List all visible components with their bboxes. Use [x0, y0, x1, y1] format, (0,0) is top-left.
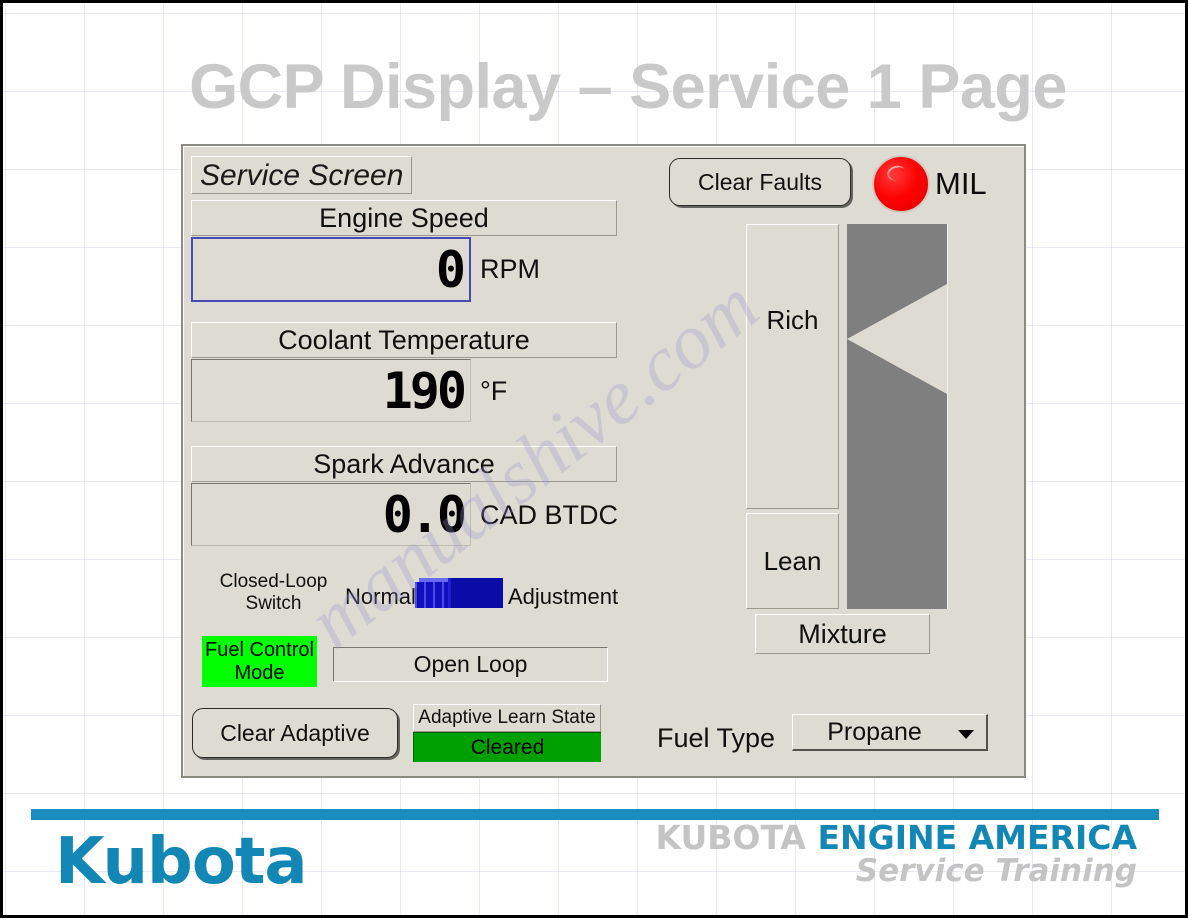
- closed-loop-switch-label-line1: Closed-Loop: [219, 571, 328, 592]
- fuel-type-dropdown[interactable]: Propane: [792, 714, 988, 751]
- chevron-down-icon[interactable]: [958, 730, 974, 739]
- slide-canvas: GCP Display – Service 1 Page Service Scr…: [0, 0, 1188, 918]
- engine-speed-unit: RPM: [480, 254, 540, 284]
- footer-org-suffix: ENGINE AMERICA: [817, 818, 1137, 857]
- coolant-temperature-unit: °F: [480, 376, 508, 406]
- rocker-ridged-side: [415, 582, 451, 608]
- fuel-control-mode-value: Open Loop: [333, 647, 608, 682]
- engine-speed-label: Engine Speed: [191, 200, 617, 236]
- footer-branding: KUBOTA ENGINE AMERICA Service Training: [655, 818, 1137, 890]
- spark-advance-value-box: 0.0: [191, 483, 471, 546]
- mixture-lean-box: Lean: [746, 513, 839, 609]
- mixture-rich-box: Rich: [746, 224, 839, 509]
- rocker-flat-side: [451, 578, 503, 608]
- spark-advance-value: 0.0: [382, 485, 467, 544]
- fuel-type-label: Fuel Type: [657, 723, 776, 753]
- service-screen-panel: Service Screen Engine Speed 0 RPM Coolan…: [181, 144, 1026, 778]
- kubota-logo: Kubota: [55, 825, 308, 899]
- spark-advance-label: Spark Advance: [191, 446, 617, 482]
- page-title: GCP Display – Service 1 Page: [189, 52, 1067, 122]
- spark-advance-unit: CAD BTDC: [480, 500, 619, 530]
- closed-loop-normal-label: Normal: [345, 584, 416, 609]
- fuel-control-mode-label-line1: Fuel Control: [205, 639, 314, 661]
- coolant-temperature-value-box: 190: [191, 359, 471, 422]
- coolant-temperature-value: 190: [382, 361, 467, 420]
- mixture-gauge-bar: [847, 224, 948, 609]
- mixture-gauge-pointer: [847, 284, 947, 394]
- mil-lamp-gleam: [885, 163, 907, 183]
- coolant-temperature-label: Coolant Temperature: [191, 322, 617, 358]
- fuel-type-selected-value: Propane: [827, 718, 922, 746]
- footer-org-prefix: KUBOTA: [655, 818, 806, 857]
- clear-faults-button[interactable]: Clear Faults: [669, 158, 851, 206]
- engine-speed-value-box: 0: [191, 237, 471, 302]
- closed-loop-switch-label: Closed-Loop Switch: [201, 571, 346, 615]
- clear-adaptive-button[interactable]: Clear Adaptive: [192, 708, 398, 758]
- mil-indicator-lamp: [872, 155, 930, 213]
- mil-label: MIL: [935, 166, 987, 201]
- closed-loop-rocker-switch[interactable]: [415, 578, 503, 608]
- adaptive-learn-state-label: Adaptive Learn State: [413, 704, 601, 732]
- footer-org-line: KUBOTA ENGINE AMERICA: [655, 818, 1137, 857]
- footer-tagline: Service Training: [855, 853, 1137, 890]
- fuel-control-mode-label: Fuel Control Mode: [202, 636, 317, 687]
- adaptive-learn-state-value: Cleared: [413, 732, 601, 762]
- closed-loop-switch-label-line2: Switch: [245, 593, 302, 614]
- engine-speed-value: 0: [435, 240, 466, 299]
- mixture-title: Mixture: [755, 614, 930, 654]
- service-screen-caption: Service Screen: [191, 156, 413, 194]
- fuel-control-mode-label-line2: Mode: [234, 662, 285, 684]
- closed-loop-adjustment-label: Adjustment: [508, 584, 619, 609]
